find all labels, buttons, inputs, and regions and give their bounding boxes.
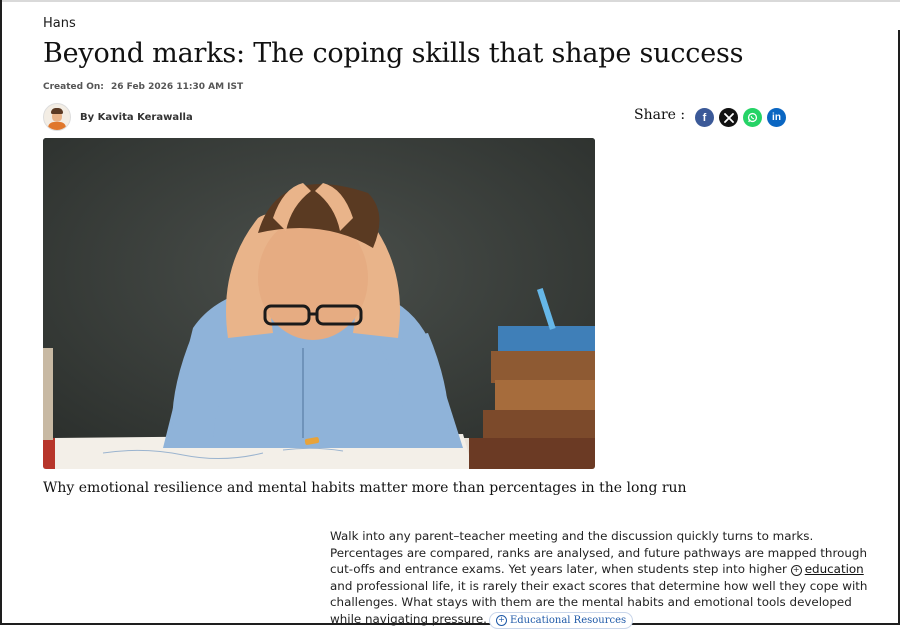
window-left-border [0,0,2,625]
author-byline[interactable]: By Kavita Kerawalla [80,112,193,123]
created-on-label: Created On: [43,82,104,92]
source-label[interactable]: Hans [43,16,76,31]
share-label: Share : [634,107,686,123]
created-on: Created On: 26 Feb 2026 11:30 AM IST [43,82,243,92]
author-avatar[interactable] [43,103,71,131]
article-headline: Beyond marks: The coping skills that sha… [43,38,744,69]
education-link[interactable]: education [805,562,864,576]
facebook-icon[interactable]: f [695,108,714,127]
body-text-1: Walk into any parent–teacher meeting and… [330,529,867,576]
whatsapp-icon[interactable] [743,108,762,127]
plus-circle-icon: + [495,614,507,626]
hero-image [43,138,595,469]
image-caption: Why emotional resilience and mental habi… [43,480,687,496]
x-icon[interactable] [719,108,738,127]
chip-label: Educational Resources [509,614,627,626]
boy-with-hands-on-head-icon [43,138,595,469]
educational-resources-chip[interactable]: + Educational Resources [488,611,634,629]
article-body: Walk into any parent–teacher meeting and… [330,528,882,629]
created-on-value: 26 Feb 2026 11:30 AM IST [111,82,244,92]
linkedin-icon[interactable]: in [767,108,786,127]
plus-circle-icon: + [790,565,802,576]
window-top-border [0,0,900,2]
author-row: By Kavita Kerawalla [43,103,193,131]
share-icons: f in [695,108,786,127]
